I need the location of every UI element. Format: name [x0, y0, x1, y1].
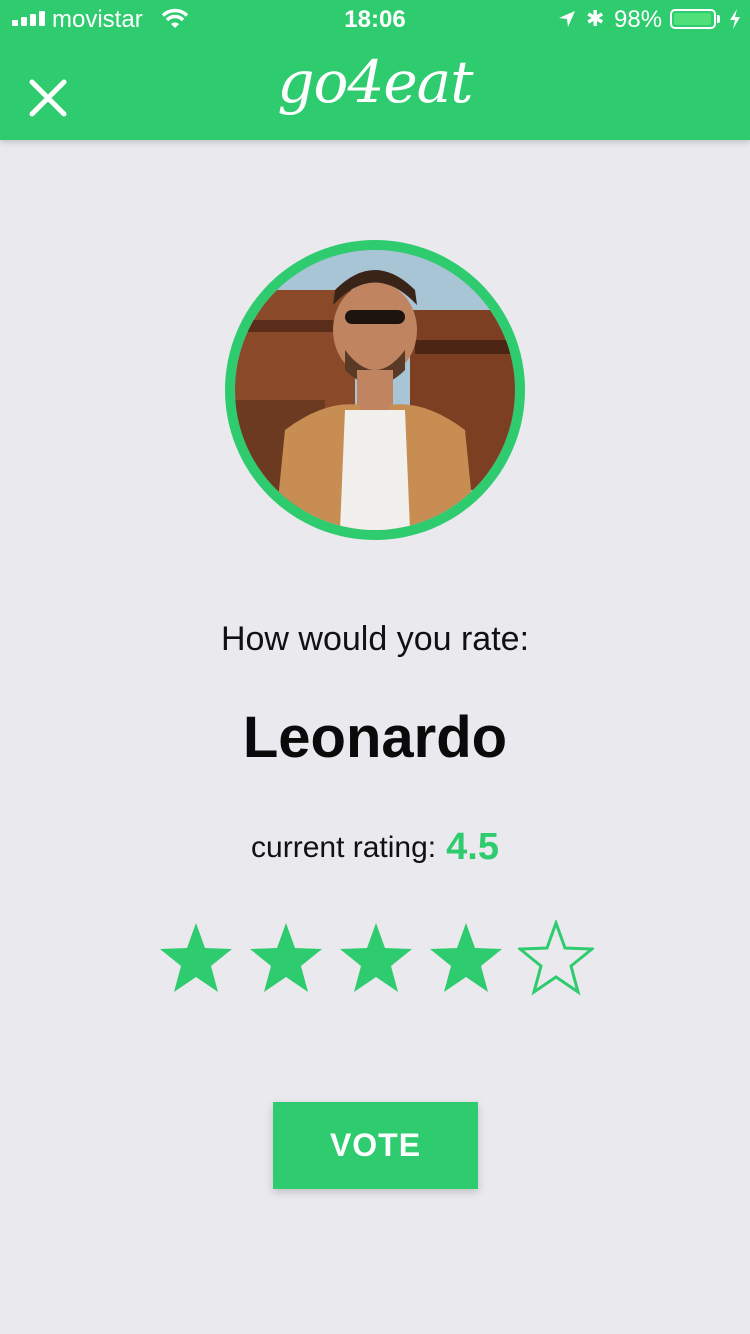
app-header: movistar 18:06 ✱ 98% go4eat	[0, 0, 750, 140]
location-arrow-icon	[559, 11, 575, 27]
star-empty-5[interactable]	[515, 918, 597, 996]
star-rating[interactable]	[158, 918, 597, 996]
battery-icon	[670, 9, 716, 29]
star-filled-3[interactable]	[338, 920, 414, 996]
avatar	[225, 240, 525, 540]
star-icon	[250, 923, 322, 992]
star-filled-4[interactable]	[428, 920, 504, 996]
battery-tip	[717, 15, 720, 23]
current-rating-value: 4.5	[446, 826, 499, 868]
person-name: Leonardo	[242, 705, 508, 770]
star-icon	[160, 923, 232, 992]
status-bar: movistar 18:06 ✱ 98%	[0, 0, 750, 40]
current-rating-label: current rating:	[251, 831, 437, 864]
charging-icon	[730, 9, 740, 29]
current-rating: current rating: 4.5	[0, 826, 750, 869]
star-icon	[515, 918, 597, 996]
star-icon	[430, 923, 502, 992]
avatar-photo	[235, 250, 515, 530]
vote-button[interactable]: VOTE	[273, 1102, 478, 1189]
star-icon	[340, 923, 412, 992]
app-logo: go4eat	[277, 48, 473, 116]
star-filled-2[interactable]	[248, 920, 324, 996]
bluetooth-icon: ✱	[586, 6, 605, 31]
battery-percent: 98%	[614, 6, 663, 33]
rating-prompt: How would you rate:	[220, 620, 530, 658]
star-filled-1[interactable]	[158, 920, 234, 996]
